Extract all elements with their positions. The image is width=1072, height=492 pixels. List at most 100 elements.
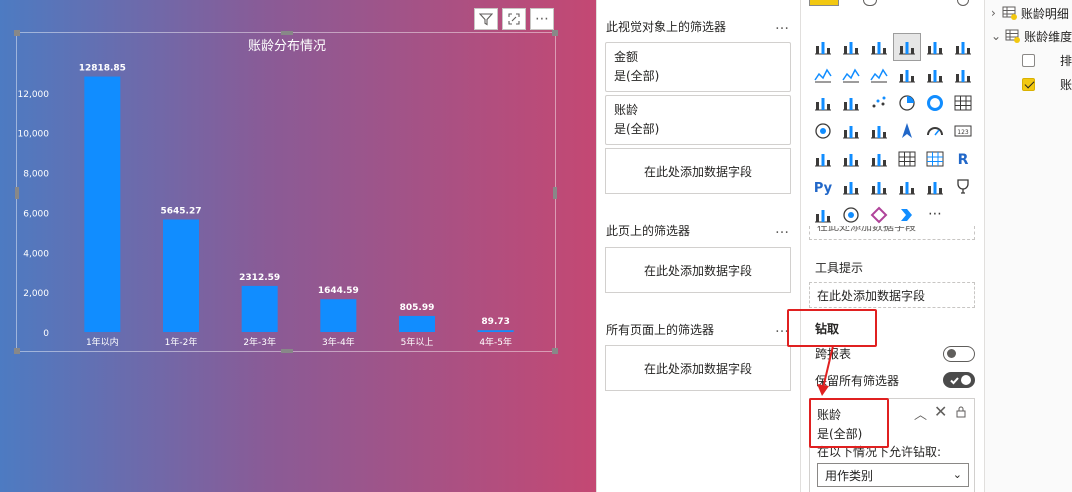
filter-icon[interactable] [474,8,498,30]
x-axis-tick-label: 4年-5年 [479,336,512,348]
bar [399,315,435,332]
r-visual-icon[interactable]: R [949,145,977,173]
gauge-icon[interactable] [921,117,949,145]
chevron-down-icon: ⌄ [991,29,1002,43]
chart-title: 账龄分布情况 [248,39,326,54]
stacked-bar-icon[interactable] [809,33,837,61]
field-item-sort[interactable]: 排 [1022,49,1072,71]
slicer-icon[interactable] [865,145,893,173]
visual-header-toolbar: ⋯ [474,8,554,30]
power-apps-icon[interactable] [865,201,893,229]
filter-card-name: 账龄 [614,103,639,117]
clustered-bar-icon[interactable] [865,33,893,61]
arcgis-map-icon[interactable] [837,201,865,229]
bar [477,330,514,332]
line-column-icon[interactable] [893,61,921,89]
chevron-right-icon: › [991,6,996,20]
add-visual-filter-well[interactable]: 在此处添加数据字段 [605,148,791,194]
filled-map-icon[interactable] [837,117,865,145]
chevron-up-icon[interactable]: ︿ [914,404,927,423]
pie-chart-icon[interactable] [893,89,921,117]
keep-all-filters-toggle[interactable] [943,372,975,388]
decomposition-tree-icon[interactable] [865,173,893,201]
y-axis-tick-label: 2,000 [23,289,49,299]
paginated-report-icon[interactable] [809,201,837,229]
format-paintbrush-icon[interactable] [863,0,877,6]
svg-text:123: 123 [957,129,969,136]
treemap-icon[interactable] [949,89,977,117]
field-table-aging-detail[interactable]: › 账龄明细 [991,2,1069,24]
chart-svg: 账龄分布情况 12,000 10,000 8,000 6,000 4,000 2,000 0 1… [18,39,514,348]
field-item-aging[interactable]: 账 [1022,73,1072,95]
add-page-filter-well[interactable]: 在此处添加数据字段 [605,247,791,293]
bar-chart-visual[interactable]: 账龄分布情况 12,000 10,000 8,000 6,000 4,000 2,000 0 1… [14,30,558,354]
filter-card-aging[interactable]: 账龄 是(全部) [605,95,791,145]
data-label: 1644.59 [318,286,359,296]
matrix-icon[interactable] [921,145,949,173]
focus-mode-icon[interactable] [502,8,526,30]
y-axis-tick-label: 0 [43,329,49,339]
allow-drill-select[interactable]: 用作类别 ⌄ [817,463,969,487]
tooltips-label: 工具提示 [815,261,864,275]
lock-icon[interactable] [956,406,966,418]
chevron-down-icon: ⌄ [952,468,962,481]
values-well-cut[interactable]: 在此处添加数据字段 [809,226,975,240]
field-table-label: 账龄明细 [1020,6,1069,21]
y-axis-tick-label: 10,000 [18,130,50,140]
more-options-icon[interactable]: … [775,221,790,237]
qna-icon[interactable] [893,173,921,201]
key-influencers-icon[interactable] [837,173,865,201]
x-axis-tick-label: 1年以内 [86,336,119,348]
ribbon-chart-icon[interactable] [949,61,977,89]
field-table-label: 账龄维度 [1024,29,1072,44]
line-chart-icon[interactable] [809,61,837,89]
filter-card-value: 是(全部) [614,69,660,83]
filter-card-amount[interactable]: 金额 是(全部) [605,42,791,92]
map-icon[interactable] [809,117,837,145]
y-axis-tick-label: 4,000 [23,249,49,259]
tooltips-well[interactable]: 在此处添加数据字段 [809,282,975,308]
field-table-aging-dimension[interactable]: ⌄ 账龄维度 [991,25,1072,47]
filter-card-name: 金额 [614,50,639,64]
trophy-goals-icon[interactable] [949,173,977,201]
card-icon[interactable]: 123 [949,117,977,145]
more-options-icon[interactable]: … [775,17,790,33]
stacked-column-icon[interactable] [837,33,865,61]
annotation-arrow-icon [817,345,834,396]
power-automate-icon[interactable] [893,201,921,229]
build-visual-tab-icon[interactable] [809,0,839,6]
analytics-search-icon[interactable] [957,0,969,6]
line-clustered-column-icon[interactable] [921,61,949,89]
add-report-filter-well[interactable]: 在此处添加数据字段 [605,345,791,391]
funnel-chart-icon[interactable] [837,89,865,117]
filter-pane: 此视觉对象上的筛选器 … 金额 是(全部) 账龄 是(全部) 在此处添加数据字段… [596,0,800,492]
field-checkbox[interactable] [1022,77,1035,91]
field-checkbox[interactable] [1022,53,1035,67]
clustered-column-icon[interactable] [893,33,921,61]
shape-map-icon[interactable] [865,117,893,145]
python-visual-icon[interactable]: Py [809,173,837,201]
data-label: 2312.59 [239,273,280,283]
allow-drill-select-value: 用作类别 [825,468,874,483]
kpi-icon[interactable] [837,145,865,173]
annotation-box [809,398,889,448]
bar [163,219,199,332]
more-options-icon[interactable]: ⋯ [530,8,554,30]
waterfall-chart-icon[interactable] [809,89,837,117]
area-chart-icon[interactable] [837,61,865,89]
close-icon[interactable]: ✕ [934,402,947,421]
y-axis-tick-label: 8,000 [23,170,49,180]
azure-map-icon[interactable] [893,117,921,145]
smart-narrative-icon[interactable] [921,173,949,201]
multi-row-card-icon[interactable] [809,145,837,173]
100-stacked-bar-icon[interactable] [921,33,949,61]
more-visuals-icon[interactable]: ⋯ [921,201,949,229]
cross-report-toggle[interactable] [943,346,975,362]
field-label: 账 [1060,77,1072,92]
donut-chart-icon[interactable] [921,89,949,117]
scatter-chart-icon[interactable] [865,89,893,117]
table-icon[interactable] [893,145,921,173]
100-stacked-column-icon[interactable] [949,33,977,61]
x-axis-tick-label: 2年-3年 [243,336,276,348]
stacked-area-icon[interactable] [865,61,893,89]
